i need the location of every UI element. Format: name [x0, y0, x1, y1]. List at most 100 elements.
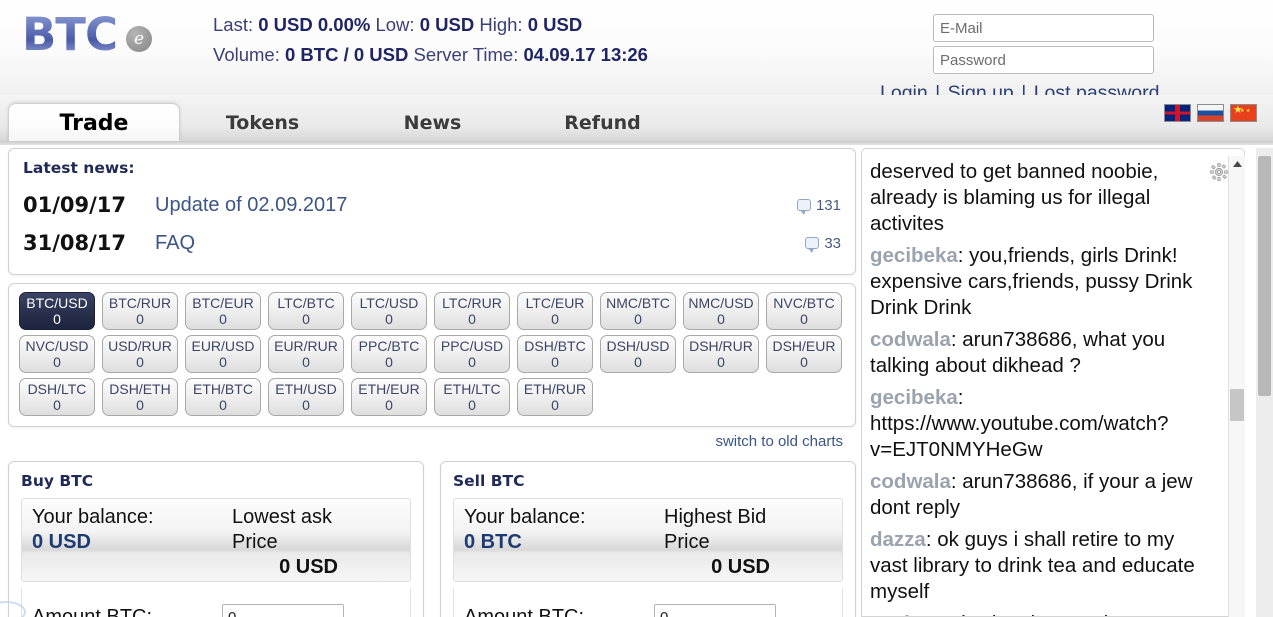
pair-button-btc-eur[interactable]: BTC/EUR 0: [185, 292, 261, 330]
sell-price-label-line1: Highest Bid: [664, 506, 767, 528]
pair-button-ltc-usd[interactable]: LTC/USD 0: [351, 292, 427, 330]
pair-button-dsh-rur[interactable]: DSH/RUR 0: [683, 335, 759, 373]
pair-label: EUR/RUR: [274, 338, 338, 354]
currency-pair-grid: BTC/USD 0 BTC/RUR 0 BTC/EUR 0 LTC/BTC 0 LTC/USD 0…: [19, 292, 845, 416]
pair-button-eth-usd[interactable]: ETH/USD 0: [268, 378, 344, 416]
pair-value: 0: [634, 311, 642, 327]
buy-balance-value: 0 USD: [32, 531, 91, 553]
chat-scrollbar-thumb[interactable]: [1230, 389, 1244, 421]
russian-flag-icon[interactable]: [1197, 104, 1224, 122]
page-scrollbar-thumb[interactable]: [1258, 156, 1271, 396]
pair-label: NMC/USD: [688, 295, 754, 311]
pair-value: 0: [551, 354, 559, 370]
pair-button-dsh-eur[interactable]: DSH/EUR 0: [766, 335, 842, 373]
chat-username[interactable]: dazza: [870, 528, 926, 551]
pair-label: ETH/LTC: [443, 381, 501, 397]
comment-bubble-icon: [805, 237, 820, 253]
sell-amount-input[interactable]: [654, 604, 776, 617]
switch-to-old-charts-link[interactable]: switch to old charts: [715, 433, 843, 450]
site-logo[interactable]: BTC e: [22, 8, 202, 62]
sell-price-value: 0 USD: [711, 556, 770, 578]
sell-balance-value: 0 BTC: [464, 531, 522, 553]
ticker-servertime-label: Server Time:: [413, 44, 519, 65]
chinese-flag-icon[interactable]: [1230, 103, 1257, 122]
email-field[interactable]: [933, 14, 1154, 42]
pair-value: 0: [385, 397, 393, 413]
sell-panel-title: Sell BTC: [453, 472, 525, 490]
pair-value: 0: [385, 354, 393, 370]
pair-label: NMC/BTC: [606, 295, 670, 311]
scroll-up-arrow-icon[interactable]: [1229, 156, 1246, 173]
pair-value: 0: [302, 354, 310, 370]
pair-button-eth-rur[interactable]: ETH/RUR 0: [517, 378, 593, 416]
sell-price-label-line2: Price: [664, 531, 710, 553]
chat-username[interactable]: codwala: [870, 470, 951, 493]
pair-button-eur-usd[interactable]: EUR/USD 0: [185, 335, 261, 373]
pair-button-eth-btc[interactable]: ETH/BTC 0: [185, 378, 261, 416]
pair-button-nmc-btc[interactable]: NMC/BTC 0: [600, 292, 676, 330]
news-comment-count[interactable]: 33: [805, 235, 841, 253]
pair-button-dsh-btc[interactable]: DSH/BTC 0: [517, 335, 593, 373]
news-item[interactable]: 31/08/17 FAQ 33: [23, 224, 841, 262]
tab-trade[interactable]: Trade: [8, 103, 180, 142]
pair-button-nmc-usd[interactable]: NMC/USD 0: [683, 292, 759, 330]
news-item[interactable]: 01/09/17 Update of 02.09.2017 131: [23, 186, 841, 224]
pair-button-ltc-eur[interactable]: LTC/EUR 0: [517, 292, 593, 330]
buy-form: Amount BTC: Price per BTC: USD: [21, 588, 411, 617]
tab-tokens[interactable]: Tokens: [205, 103, 320, 142]
pair-button-ltc-rur[interactable]: LTC/RUR 0: [434, 292, 510, 330]
pair-button-ppc-btc[interactable]: PPC/BTC 0: [351, 335, 427, 373]
buy-amount-input[interactable]: [222, 604, 344, 617]
english-flag-icon[interactable]: [1164, 104, 1191, 122]
pair-button-eth-eur[interactable]: ETH/EUR 0: [351, 378, 427, 416]
pair-label: LTC/BTC: [277, 295, 335, 311]
pair-label: NVC/USD: [25, 338, 89, 354]
chat-scrollbar[interactable]: [1228, 156, 1245, 617]
pair-button-dsh-eth[interactable]: DSH/ETH 0: [102, 378, 178, 416]
pair-button-dsh-usd[interactable]: DSH/USD 0: [600, 335, 676, 373]
ticker-high-value: 0 USD: [527, 14, 583, 35]
pair-button-eur-rur[interactable]: EUR/RUR 0: [268, 335, 344, 373]
pair-value: 0: [136, 397, 144, 413]
pair-button-nvc-usd[interactable]: NVC/USD 0: [19, 335, 95, 373]
pair-label: NVC/BTC: [773, 295, 835, 311]
pair-button-eth-ltc[interactable]: ETH/LTC 0: [434, 378, 510, 416]
chat-message: deserved to get banned noobie, already i…: [870, 159, 1210, 237]
chat-username[interactable]: Ernie: [870, 612, 921, 616]
chat-username[interactable]: gecibeka: [870, 244, 958, 267]
logo-badge-icon: e: [126, 26, 153, 52]
news-headline-link[interactable]: Update of 02.09.2017: [155, 194, 797, 217]
news-headline-link[interactable]: FAQ: [155, 232, 805, 255]
password-field[interactable]: [933, 46, 1154, 74]
tab-news[interactable]: News: [375, 103, 490, 142]
buy-panel-title: Buy BTC: [21, 472, 94, 490]
pair-button-nvc-btc[interactable]: NVC/BTC 0: [766, 292, 842, 330]
chat-message: codwala: arun738686, what you talking ab…: [870, 327, 1210, 379]
pair-value: 0: [53, 354, 61, 370]
news-date: 31/08/17: [23, 231, 127, 255]
sell-panel: Sell BTC Your balance: 0 BTC Highest Bid…: [440, 461, 856, 617]
gear-icon[interactable]: [1209, 162, 1229, 182]
pair-value: 0: [136, 311, 144, 327]
pair-button-ppc-usd[interactable]: PPC/USD 0: [434, 335, 510, 373]
pair-value: 0: [302, 311, 310, 327]
tab-refund[interactable]: Refund: [545, 103, 660, 142]
pair-value: 0: [551, 311, 559, 327]
pair-value: 0: [717, 311, 725, 327]
chat-username[interactable]: codwala: [870, 328, 951, 351]
news-comment-count[interactable]: 131: [796, 197, 841, 215]
main-navigation: Trade Tokens News Refund: [0, 95, 1273, 145]
pair-button-btc-usd[interactable]: BTC/USD 0: [19, 292, 95, 330]
ticker-last-value: 0 USD 0.00%: [258, 14, 371, 35]
page-scrollbar[interactable]: [1256, 148, 1273, 617]
buy-amount-label: Amount BTC:: [32, 605, 153, 617]
pair-button-dsh-ltc[interactable]: DSH/LTC 0: [19, 378, 95, 416]
pair-button-usd-rur[interactable]: USD/RUR 0: [102, 335, 178, 373]
ticker-low-label: Low:: [375, 14, 415, 35]
chat-panel[interactable]: deserved to get banned noobie, already i…: [861, 148, 1245, 617]
pair-button-ltc-btc[interactable]: LTC/BTC 0: [268, 292, 344, 330]
pair-button-btc-rur[interactable]: BTC/RUR 0: [102, 292, 178, 330]
pair-value: 0: [551, 397, 559, 413]
chat-username[interactable]: gecibeka: [870, 386, 958, 409]
buy-panel: Buy BTC Your balance: 0 USD Lowest ask P…: [8, 461, 424, 617]
